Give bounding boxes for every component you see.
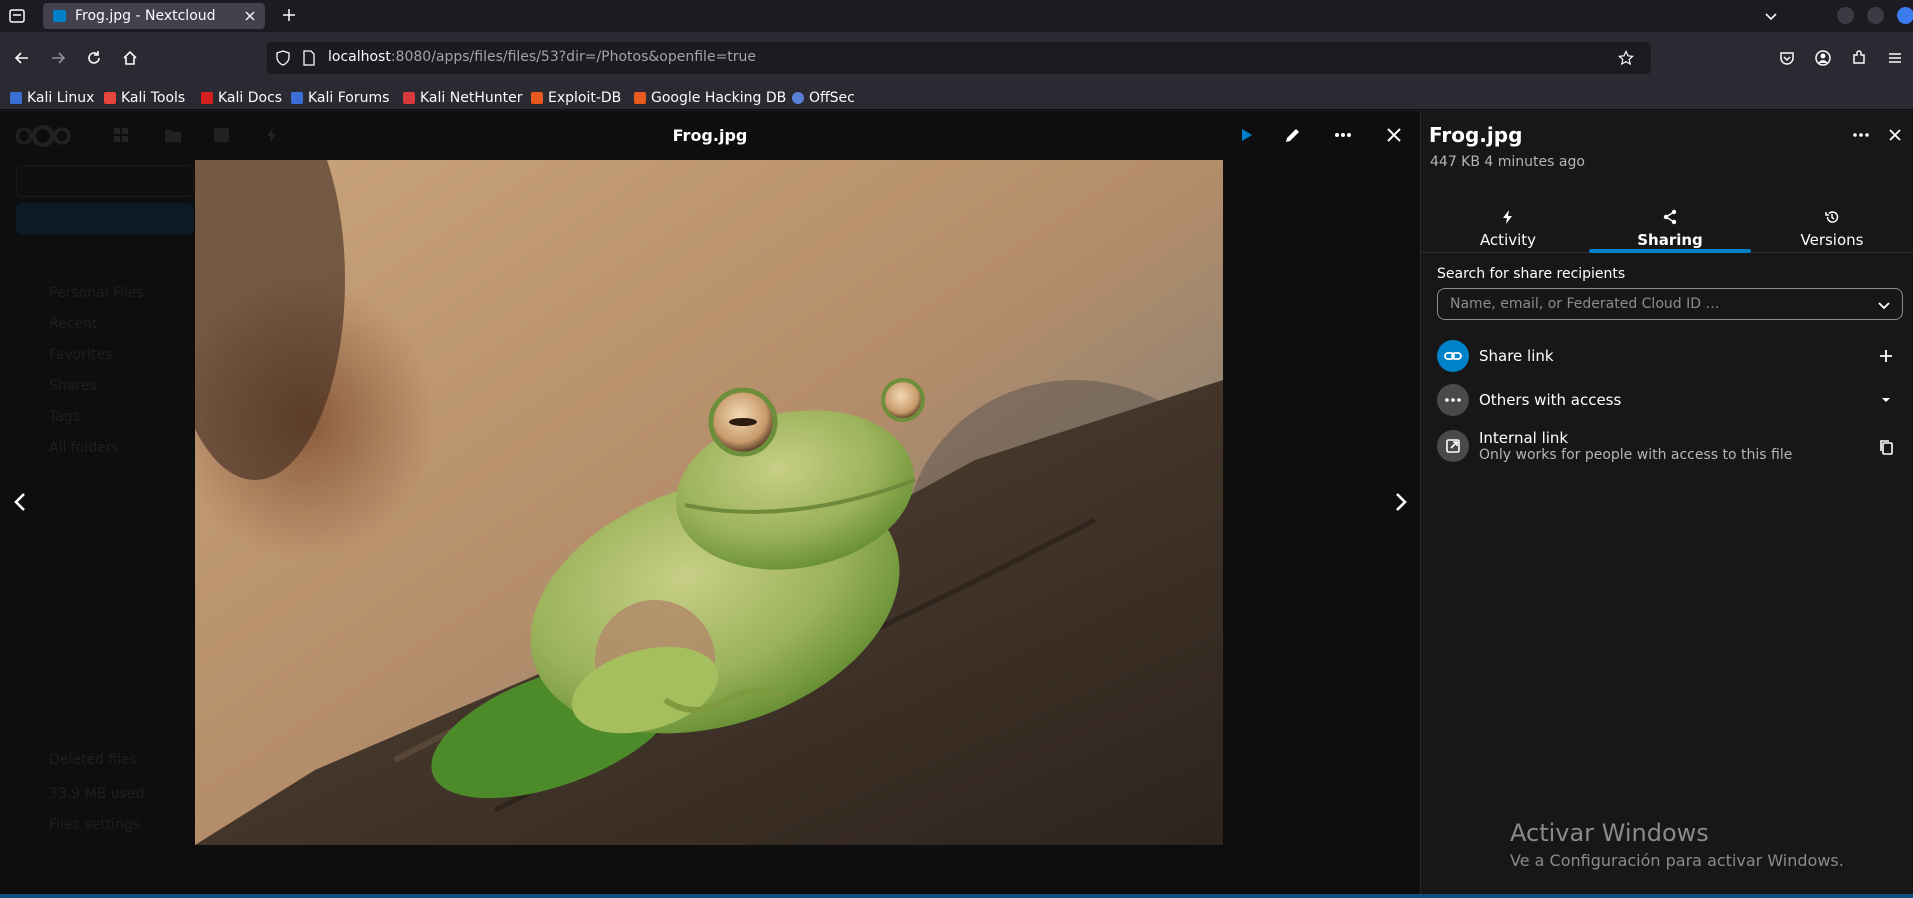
bookmark-kali-forums[interactable]: Kali Forums <box>291 89 389 107</box>
internal-link-description: Only works for people with access to thi… <box>1479 447 1793 463</box>
back-arrow-icon[interactable] <box>13 49 31 67</box>
more-actions-icon[interactable] <box>1333 125 1353 145</box>
kali-nethunter-icon <box>403 92 415 104</box>
url-bar[interactable]: localhost:8080/apps/files/files/53?dir=/… <box>267 42 1651 74</box>
next-image-arrow-icon[interactable] <box>1389 491 1411 513</box>
taskbar-edge <box>0 894 1913 898</box>
bookmark-label: Kali NetHunter <box>420 90 523 106</box>
folder-favicon-icon <box>53 10 66 22</box>
bookmark-label: Exploit-DB <box>548 90 622 106</box>
tab-versions-label: Versions <box>1800 231 1864 249</box>
bookmark-label: OffSec <box>809 90 855 106</box>
ghdb-icon <box>634 92 646 104</box>
bookmark-offsec[interactable]: OffSec <box>792 89 855 107</box>
viewer-title: Frog.jpg <box>672 126 748 145</box>
tab-list-icon[interactable] <box>8 7 26 25</box>
sidebar-file-subtitle: 447 KB 4 minutes ago <box>1430 154 1585 170</box>
bookmark-label: Google Hacking DB <box>651 90 787 106</box>
play-slideshow-icon[interactable] <box>1236 125 1256 145</box>
chevron-down-icon[interactable] <box>1763 8 1779 24</box>
url-path: :8080/apps/files/files/53?dir=/Photos&op… <box>390 49 757 65</box>
browser-tab-strip: Frog.jpg - Nextcloud <box>0 0 1913 32</box>
close-viewer-icon[interactable] <box>1384 125 1404 145</box>
kali-forums-icon <box>291 92 303 104</box>
active-tab-indicator <box>1589 249 1751 253</box>
sidebar-more-icon[interactable] <box>1851 125 1871 145</box>
internal-link-label: Internal link <box>1479 429 1569 447</box>
add-share-link-plus-icon[interactable] <box>1877 347 1895 365</box>
tab-activity-label: Activity <box>1479 231 1537 249</box>
link-icon <box>1437 340 1469 372</box>
bookmarks-toolbar: Kali Linux Kali Tools Kali Docs Kali For… <box>0 84 1913 110</box>
new-tab-plus-icon[interactable] <box>281 7 297 23</box>
tab-activity[interactable]: Activity <box>1427 195 1589 249</box>
more-horizontal-icon <box>1437 384 1469 416</box>
menu-hamburger-icon[interactable] <box>1886 49 1904 67</box>
reload-icon[interactable] <box>85 49 103 67</box>
others-with-access-row[interactable]: Others with access <box>1437 380 1907 420</box>
close-window-button[interactable] <box>1897 7 1913 24</box>
home-icon[interactable] <box>121 49 139 67</box>
windows-activation-watermark: Activar Windows Ve a Configuración para … <box>1510 819 1844 870</box>
exploit-db-icon <box>531 92 543 104</box>
minimize-window-button[interactable] <box>1837 7 1854 24</box>
history-icon <box>1824 209 1840 225</box>
share-recipient-input[interactable] <box>1450 295 1870 313</box>
pocket-icon[interactable] <box>1778 49 1796 67</box>
frog-photo <box>195 160 1223 845</box>
external-link-icon <box>1437 430 1469 462</box>
activity-bolt-icon <box>1500 209 1516 225</box>
bookmark-kali-linux[interactable]: Kali Linux <box>10 89 94 107</box>
bookmark-label: Kali Linux <box>27 90 95 106</box>
offsec-icon <box>792 92 804 104</box>
bookmark-google-hacking-db[interactable]: Google Hacking DB <box>634 89 786 107</box>
file-details-sidebar: Frog.jpg 447 KB 4 minutes ago Activity S… <box>1420 111 1913 898</box>
share-link-row[interactable]: Share link <box>1437 336 1907 376</box>
extensions-icon[interactable] <box>1850 49 1868 67</box>
image-viewer: Frog.jpg <box>0 111 1420 898</box>
bookmark-exploit-db[interactable]: Exploit-DB <box>531 89 621 107</box>
bookmark-label: Kali Tools <box>121 90 186 106</box>
bookmark-star-icon[interactable] <box>1618 50 1634 66</box>
bookmark-kali-nethunter[interactable]: Kali NetHunter <box>403 89 522 107</box>
bookmark-label: Kali Docs <box>218 90 283 106</box>
bookmark-label: Kali Forums <box>308 90 390 106</box>
internal-link-row[interactable]: Internal link Only works for people with… <box>1437 424 1907 470</box>
chevron-down-icon[interactable] <box>1876 297 1892 313</box>
tab-title: Frog.jpg - Nextcloud <box>75 8 216 24</box>
tab-sharing[interactable]: Sharing <box>1589 195 1751 249</box>
others-with-access-label: Others with access <box>1479 391 1622 409</box>
share-icon <box>1662 209 1678 225</box>
forward-arrow-icon[interactable] <box>49 49 67 67</box>
kali-docs-icon <box>201 92 213 104</box>
browser-tab-active[interactable]: Frog.jpg - Nextcloud <box>43 3 265 29</box>
copy-clipboard-icon[interactable] <box>1877 438 1895 456</box>
caret-down-icon[interactable] <box>1877 391 1895 409</box>
watermark-title: Activar Windows <box>1510 819 1709 847</box>
share-recipient-select[interactable] <box>1437 288 1903 320</box>
url-host: localhost <box>328 49 391 65</box>
watermark-subtitle: Ve a Configuración para activar Windows. <box>1510 851 1844 870</box>
tab-versions[interactable]: Versions <box>1751 195 1913 249</box>
kali-dragon-icon <box>10 92 22 104</box>
bookmark-kali-docs[interactable]: Kali Docs <box>201 89 282 107</box>
kali-tools-icon <box>104 92 116 104</box>
page-icon[interactable] <box>302 50 316 66</box>
account-icon[interactable] <box>1814 49 1832 67</box>
sidebar-file-title: Frog.jpg <box>1429 123 1523 147</box>
edit-pencil-icon[interactable] <box>1283 125 1303 145</box>
share-link-label: Share link <box>1479 347 1554 365</box>
url-text[interactable]: localhost:8080/apps/files/files/53?dir=/… <box>328 49 756 65</box>
previous-image-arrow-icon[interactable] <box>10 491 32 513</box>
share-search-label: Search for share recipients <box>1437 266 1626 282</box>
maximize-window-button[interactable] <box>1867 7 1884 24</box>
sidebar-close-icon[interactable] <box>1885 125 1905 145</box>
close-tab-icon[interactable] <box>243 9 257 23</box>
tab-sharing-label: Sharing <box>1637 231 1703 249</box>
shield-icon[interactable] <box>275 50 291 66</box>
bookmark-kali-tools[interactable]: Kali Tools <box>104 89 185 107</box>
